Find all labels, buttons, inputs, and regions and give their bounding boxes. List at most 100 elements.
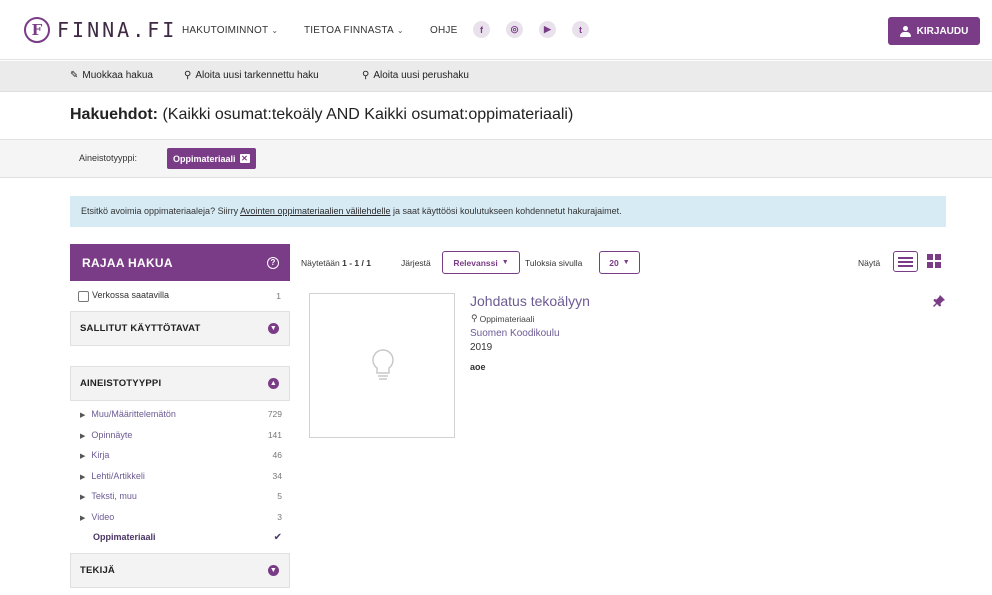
grid-view-button[interactable] — [927, 254, 941, 268]
results-count-label: Näytetään — [301, 258, 340, 268]
facet-item-label: Oppimateriaali — [93, 532, 156, 543]
facet-allowed-uses-title: SALLITUT KÄYTTÖTAVAT — [80, 323, 201, 334]
facet-allowed-uses[interactable]: SALLITUT KÄYTTÖTAVAT ▼ — [70, 311, 290, 346]
chevron-down-icon: ▼ — [268, 323, 279, 334]
instagram-icon[interactable]: ◎ — [506, 21, 523, 38]
record-format: ⚲ Oppimateriaali — [471, 313, 534, 324]
facebook-icon[interactable]: f — [473, 21, 490, 38]
per-page-select[interactable]: 20 ▼ — [599, 251, 640, 274]
search-terms: Hakuehdot: (Kaikki osumat:tekoäly AND Ka… — [70, 106, 573, 124]
facet-item-muu[interactable]: ▶ Muu/Määrittelemätön 729 — [70, 404, 290, 425]
info-banner: Etsitkö avoimia oppimateriaaleja? Siirry… — [70, 196, 946, 227]
nav-tietoa-finnasta[interactable]: TIETOA FINNASTA ⌄ — [304, 25, 404, 36]
facet-item-count: 5 — [277, 491, 282, 502]
chevron-up-icon: ▲ — [268, 378, 279, 389]
banner-text-end: ja saat käyttöösi koulutukseen kohdennet… — [390, 206, 622, 216]
expand-triangle-icon: ▶ — [80, 412, 86, 420]
facet-item-opinnayte[interactable]: ▶ Opinnäyte 141 — [70, 425, 290, 446]
expand-triangle-icon: ▶ — [80, 453, 86, 461]
list-view-icon-line — [898, 264, 913, 267]
open-materials-tab-link[interactable]: Avointen oppimateriaalien välilehdelle — [240, 206, 390, 216]
online-available-filter[interactable]: Verkossa saatavilla 1 — [70, 281, 290, 311]
facet-item-kirja[interactable]: ▶ Kirja 46 — [70, 445, 290, 466]
basic-search-link[interactable]: ⚲ Aloita uusi perushaku — [362, 70, 469, 81]
pin-icon-shape — [933, 295, 945, 307]
narrow-search-title: RAJAA HAKUA — [82, 255, 173, 270]
filter-label: Aineistotyyppi: — [79, 153, 138, 163]
advanced-search-icon: ⚲ — [184, 70, 192, 81]
facet-item-label: Muu/Määrittelemätön — [91, 409, 176, 420]
record-format-label: Oppimateriaali — [479, 313, 535, 324]
results-controls: Näytetään 1 - 1 / 1 Järjestä Relevanssi … — [301, 251, 946, 275]
close-icon: ✕ — [239, 154, 250, 163]
facet-item-lehti[interactable]: ▶ Lehti/Artikkeli 34 — [70, 466, 290, 487]
online-available-checkbox[interactable] — [78, 290, 89, 302]
twitter-icon[interactable]: t — [572, 21, 589, 38]
record-thumbnail[interactable] — [309, 293, 455, 438]
active-filters-row: Aineistotyyppi: Oppimateriaali ✕ — [0, 140, 992, 178]
lightbulb-icon — [372, 349, 394, 380]
pin-icon[interactable] — [932, 294, 946, 313]
checkmark-icon: ✔ — [273, 531, 282, 543]
per-page-select-value: 20 — [609, 257, 619, 268]
facet-item-label: Opinnäyte — [91, 429, 133, 440]
banner-text-start: Etsitkö avoimia oppimateriaaleja? Siirry — [81, 206, 241, 216]
list-view-button[interactable] — [893, 251, 918, 272]
online-available-label: Verkossa saatavilla — [92, 290, 170, 301]
record-author-link[interactable]: Suomen Koodikoulu — [470, 328, 560, 339]
narrow-search-header: RAJAA HAKUA ? — [70, 244, 290, 281]
help-icon[interactable]: ? — [267, 256, 279, 269]
search-terms-label: Hakuehdot: — [70, 106, 158, 123]
facet-item-count: 141 — [267, 429, 282, 440]
edit-search-link[interactable]: ✎ Muokkaa hakua — [70, 70, 153, 81]
record-title-link[interactable]: Johdatus tekoälyyn — [470, 293, 590, 309]
results-count: Näytetään 1 - 1 / 1 — [301, 258, 371, 268]
facet-item-count: 3 — [277, 511, 282, 522]
list-view-icon-line — [898, 260, 913, 263]
facet-item-oppimateriaali[interactable]: Oppimateriaali ✔ — [70, 527, 290, 548]
online-available-count: 1 — [276, 291, 281, 301]
sort-label: Järjestä — [401, 258, 431, 268]
caret-down-icon: ▼ — [501, 259, 509, 266]
lightbulb-format-icon: ⚲ — [471, 313, 478, 323]
search-icon: ⚲ — [362, 70, 370, 81]
expand-triangle-icon: ▶ — [80, 473, 86, 481]
facet-item-count: 34 — [272, 470, 282, 481]
expand-triangle-icon: ▶ — [80, 514, 86, 522]
search-actions-bar: ✎ Muokkaa hakua ⚲ Aloita uusi tarkennett… — [0, 61, 992, 92]
facet-format[interactable]: AINEISTOTYYPPI ▲ — [70, 366, 290, 401]
top-navigation-bar: F FINNA.FI HAKUTOIMINNOT ⌄ TIETOA FINNAST… — [0, 0, 992, 60]
advanced-search-label: Aloita uusi tarkennettu haku — [195, 70, 319, 81]
per-page-label: Tuloksia sivulla — [525, 258, 583, 268]
facet-item-label: Kirja — [91, 450, 110, 461]
login-button-label: KIRJAUDU — [916, 25, 969, 37]
facet-item-label: Teksti, muu — [91, 491, 137, 502]
nav-tietoa-finnasta-label: TIETOA FINNASTA — [304, 25, 394, 36]
nav-ohje[interactable]: OHJE — [430, 25, 457, 36]
finna-logo[interactable]: F FINNA.FI — [24, 17, 177, 43]
grid-view-icon-cell — [927, 262, 933, 268]
facet-author-title: TEKIJÄ — [80, 564, 115, 576]
format-facet-list: ▶ Muu/Määrittelemätön 729 ▶ Opinnäyte 141 … — [70, 401, 290, 550]
logo-mark-icon: F — [24, 17, 50, 43]
search-terms-query: (Kaikki osumat:tekoäly AND Kaikki osumat… — [162, 106, 574, 123]
facet-item-video[interactable]: ▶ Video 3 — [70, 507, 290, 528]
grid-view-icon-cell — [935, 262, 941, 268]
facet-sidebar: RAJAA HAKUA ? Verkossa saatavilla 1 SALL… — [70, 244, 290, 588]
expand-triangle-icon: ▶ — [80, 494, 86, 502]
login-button[interactable]: KIRJAUDU — [888, 17, 980, 45]
advanced-search-link[interactable]: ⚲ Aloita uusi tarkennettu haku — [184, 70, 319, 81]
facet-item-label: Lehti/Artikkeli — [91, 470, 145, 481]
youtube-icon[interactable]: ▶ — [539, 21, 556, 38]
nav-hakutoiminnot[interactable]: HAKUTOIMINNOT ⌄ — [182, 25, 278, 36]
remove-filter-chip[interactable]: Oppimateriaali ✕ — [167, 148, 256, 169]
sort-select[interactable]: Relevanssi ▼ — [442, 251, 520, 274]
basic-search-label: Aloita uusi perushaku — [373, 70, 469, 81]
pencil-icon: ✎ — [70, 70, 79, 81]
facet-item-teksti[interactable]: ▶ Teksti, muu 5 — [70, 486, 290, 507]
facet-author[interactable]: TEKIJÄ ▼ — [70, 552, 290, 588]
facet-item-label: Video — [91, 511, 115, 522]
facet-item-count: 46 — [272, 450, 282, 461]
nav-ohje-label: OHJE — [430, 25, 458, 36]
edit-search-label: Muokkaa hakua — [82, 70, 153, 81]
